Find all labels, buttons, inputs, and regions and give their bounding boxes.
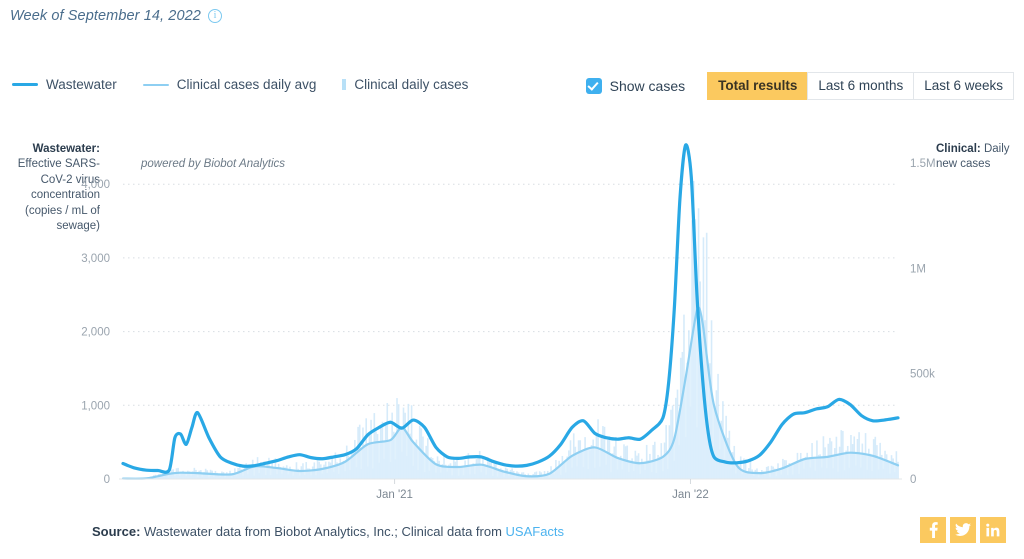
svg-text:0: 0 [104,474,110,486]
chart-canvas[interactable]: powered by Biobot Analytics 0 1,000 2,000 3… [0,130,1024,505]
facebook-icon[interactable] [920,517,946,543]
svg-text:1M: 1M [910,263,926,275]
tab-last-6-weeks[interactable]: Last 6 weeks [913,72,1014,100]
show-cases-label: Show cases [609,78,686,94]
legend-item-clinical-daily[interactable]: Clinical daily cases [342,77,468,92]
svg-text:Jan '22: Jan '22 [672,489,709,501]
legend-swatch-wastewater [12,83,38,86]
source-link-usafacts[interactable]: USAFacts [506,524,565,539]
svg-text:2,000: 2,000 [81,327,110,339]
social-share-group [920,517,1006,543]
legend-item-wastewater[interactable]: Wastewater [12,77,117,92]
checkbox-checked-icon[interactable] [585,78,602,94]
svg-text:500k: 500k [910,369,935,381]
range-tab-group: Total results Last 6 months Last 6 weeks [707,72,1014,100]
info-circle-icon[interactable]: i [207,9,222,23]
legend-swatch-clinical-daily [342,79,347,90]
tab-last-6-months[interactable]: Last 6 months [807,72,914,100]
svg-text:Jan '21: Jan '21 [376,489,413,501]
chart-footer: Source: Wastewater data from Biobot Anal… [0,505,1024,559]
svg-text:1,000: 1,000 [81,400,110,412]
page-title: Week of September 14, 2022 [10,8,201,24]
tab-total-results[interactable]: Total results [707,72,808,100]
twitter-icon[interactable] [950,517,976,543]
source-text: Wastewater data from Biobot Analytics, I… [140,524,506,539]
source-line: Source: Wastewater data from Biobot Anal… [92,524,564,539]
legend-label-wastewater: Wastewater [46,77,117,92]
chart-header: Week of September 14, 2022 i [10,8,222,24]
linkedin-icon[interactable] [980,517,1006,543]
legend-label-clinical-daily: Clinical daily cases [354,77,469,92]
legend-swatch-clinical-avg [142,83,169,86]
show-cases-checkbox[interactable]: Show cases [585,78,686,94]
svg-text:3,000: 3,000 [81,253,110,265]
legend-item-clinical-avg[interactable]: Clinical cases daily avg [142,77,317,92]
svg-text:0: 0 [910,474,916,486]
svg-text:4,000: 4,000 [81,179,110,191]
legend-label-clinical-avg: Clinical cases daily avg [176,77,317,92]
chart-svg[interactable]: 0 1,000 2,000 3,000 4,000 0 500k 1M 1.5M Jan '21 J… [0,130,1024,505]
chart-watermark: powered by Biobot Analytics [141,158,286,170]
source-label: Source: [92,524,141,539]
chart-controls: Show cases Total results Last 6 months L… [585,72,1014,100]
svg-text:1.5M: 1.5M [910,158,936,170]
chart-legend: Wastewater Clinical cases daily avg Clin… [12,77,468,92]
